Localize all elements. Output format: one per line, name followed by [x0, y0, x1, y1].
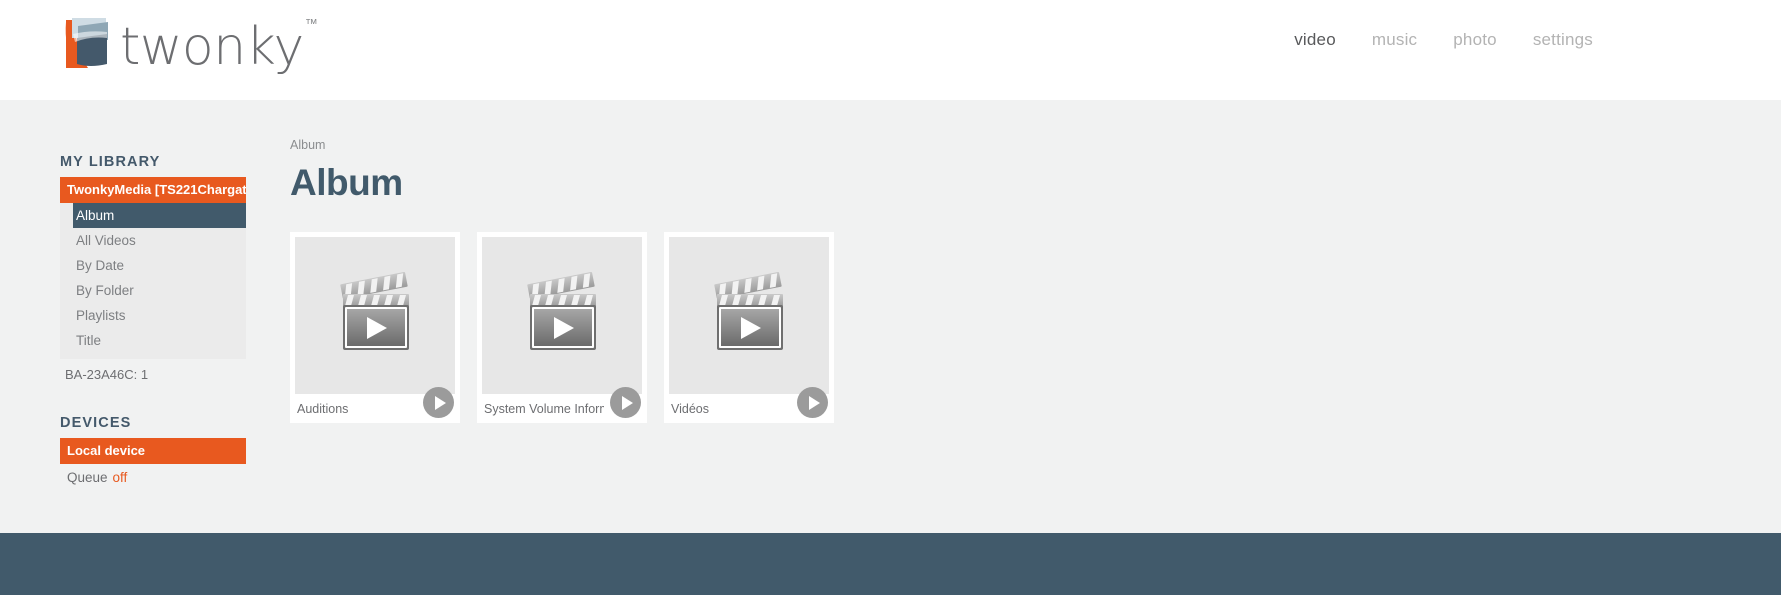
content-area: MY LIBRARY TwonkyMedia [TS221Chargathe] … — [0, 100, 1781, 533]
video-clapperboard-icon — [329, 272, 421, 359]
nav-item-settings[interactable]: settings — [1515, 30, 1611, 50]
brand-logo[interactable]: twonky™ — [60, 10, 318, 80]
album-card[interactable]: System Volume Informa — [477, 232, 647, 423]
album-card-footer: Vidéos — [669, 387, 829, 423]
sidebar-item-album[interactable]: Album — [73, 203, 246, 228]
page-title: Album — [290, 162, 403, 203]
sidebar-device-info: BA-23A46C: 1 — [65, 367, 149, 382]
twonky-logo-icon — [60, 16, 112, 74]
album-thumbnail[interactable] — [669, 237, 829, 394]
play-triangle — [622, 395, 633, 410]
album-card-grid: Auditions System Volume Informa Vidéos — [290, 232, 1710, 423]
album-card[interactable]: Vidéos — [664, 232, 834, 423]
album-card-footer: System Volume Informa — [482, 387, 642, 423]
sidebar-item-playlists[interactable]: Playlists — [60, 303, 246, 328]
album-card-label: Vidéos — [671, 401, 709, 416]
album-card[interactable]: Auditions — [290, 232, 460, 423]
play-icon[interactable] — [797, 387, 828, 418]
sidebar-item-all-videos[interactable]: All Videos — [60, 228, 246, 253]
video-clapperboard-icon — [703, 272, 795, 359]
sidebar-heading-devices: DEVICES — [60, 415, 132, 431]
top-navigation: video music photo settings — [1276, 30, 1611, 50]
app-page: twonky™ video music photo settings MY LI… — [0, 0, 1781, 595]
sidebar-item-twonkymedia-server[interactable]: TwonkyMedia [TS221Chargathe] — [60, 177, 246, 203]
sidebar-queue-row[interactable]: Queue off — [60, 464, 248, 485]
nav-item-photo[interactable]: photo — [1435, 30, 1515, 50]
nav-item-video[interactable]: video — [1276, 30, 1354, 50]
album-card-footer: Auditions — [295, 387, 455, 423]
main-panel: Album Album Auditions System Volume Info… — [290, 138, 1710, 423]
app-footer — [0, 533, 1781, 595]
album-card-label: System Volume Informa — [484, 401, 604, 416]
sidebar-item-by-date[interactable]: By Date — [60, 253, 246, 278]
breadcrumb[interactable]: Album — [290, 138, 1710, 152]
video-clapperboard-icon — [516, 272, 608, 359]
sidebar-item-title[interactable]: Title — [60, 328, 246, 353]
queue-label: Queue — [67, 470, 108, 485]
sidebar-item-by-folder[interactable]: By Folder — [60, 278, 246, 303]
queue-value[interactable]: off — [113, 470, 128, 485]
app-header: twonky™ video music photo settings — [0, 0, 1781, 100]
album-thumbnail[interactable] — [295, 237, 455, 394]
play-triangle — [435, 395, 446, 410]
play-icon[interactable] — [423, 387, 454, 418]
album-card-label: Auditions — [297, 401, 349, 416]
sidebar-item-local-device[interactable]: Local device — [60, 438, 246, 464]
sidebar: MY LIBRARY TwonkyMedia [TS221Chargathe] … — [60, 154, 248, 485]
sidebar-devices-section: DEVICES Local device Queue off — [60, 415, 248, 485]
sidebar-category-list: Album All Videos By Date By Folder Playl… — [60, 203, 246, 359]
nav-item-music[interactable]: music — [1354, 30, 1435, 50]
album-thumbnail[interactable] — [482, 237, 642, 394]
brand-wordmark: twonky™ — [120, 18, 318, 73]
sidebar-heading-my-library: MY LIBRARY — [60, 154, 161, 170]
play-triangle — [809, 395, 820, 410]
brand-name: twonky — [120, 17, 304, 77]
trademark-symbol: ™ — [304, 16, 318, 32]
play-icon[interactable] — [610, 387, 641, 418]
